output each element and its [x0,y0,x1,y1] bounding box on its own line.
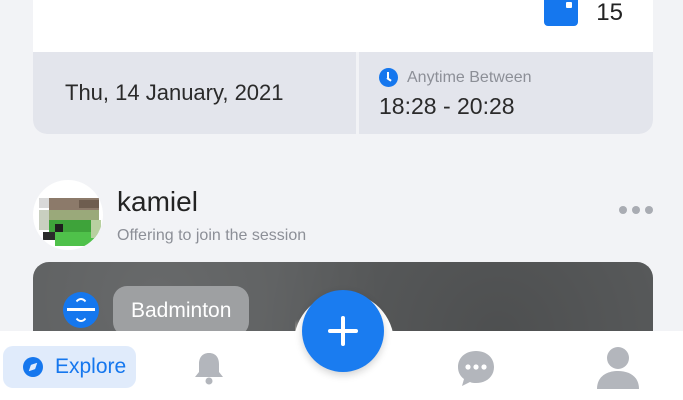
more-options-button[interactable] [619,206,653,214]
participant-count: 15 [544,0,623,26]
username[interactable]: kamiel [117,186,198,218]
time-range: 18:28 - 20:28 [379,93,515,119]
participant-count-value: 15 [596,0,623,26]
session-card[interactable]: 15 Thu, 14 January, 2021 Anytime Between… [33,0,653,134]
create-button[interactable] [302,290,384,372]
chat-bubble-icon[interactable] [456,349,496,387]
plus-icon [328,316,358,346]
nav-explore-label: Explore [55,355,127,378]
session-info-strip: Thu, 14 January, 2021 Anytime Between 18… [33,52,653,134]
post-subtitle: Offering to join the session [117,227,307,244]
post-header: kamiel Offering to join the session [33,180,653,250]
session-time: Anytime Between 18:28 - 20:28 [359,52,653,134]
sport-chip: Badminton [113,286,250,336]
avatar[interactable] [33,180,103,250]
clock-icon [379,68,398,87]
more-horizontal-icon [619,206,627,214]
compass-icon [23,357,43,377]
nav-explore[interactable]: Explore [3,346,136,388]
badminton-icon [63,292,99,328]
time-label: Anytime Between [407,68,532,86]
session-date: Thu, 14 January, 2021 [33,52,359,134]
person-icon[interactable] [595,345,641,389]
ticket-icon [544,0,579,26]
bell-icon[interactable] [191,350,227,386]
